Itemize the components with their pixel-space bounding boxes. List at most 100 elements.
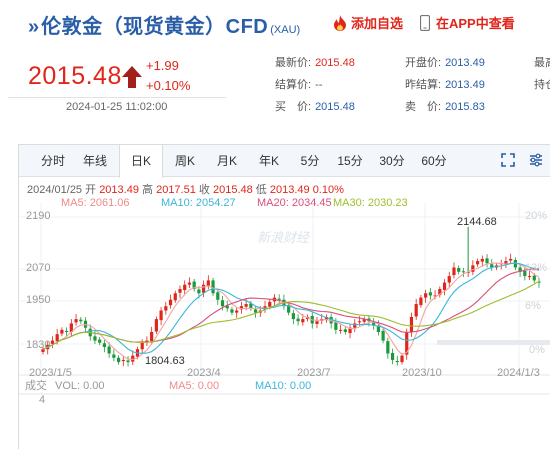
add-favorite-button[interactable]: 添加自选 xyxy=(333,13,403,32)
candle-body xyxy=(183,284,187,291)
candle-body xyxy=(400,355,404,363)
candle-body xyxy=(343,329,347,332)
candle-body xyxy=(419,297,423,306)
y-pct-label: 0% xyxy=(529,344,545,356)
quote-row: 结算价: -- xyxy=(275,77,355,99)
ma5-line xyxy=(42,262,540,361)
candle-body xyxy=(116,357,121,363)
candle-body xyxy=(414,304,418,317)
candle-body xyxy=(509,258,513,261)
price-change-percent: +0.10% xyxy=(146,78,191,93)
candle-body xyxy=(244,304,248,307)
x-tick-label: 2023/10 xyxy=(402,367,442,379)
y-tick-label: 1950 xyxy=(26,294,50,306)
kline-chart-panel: 分时 年线 日K 周K 月K 年K 5分 15分 30分 60分 2024/01… xyxy=(18,144,550,449)
candle-body xyxy=(126,360,130,363)
quote-row: 卖 价: 2015.83 xyxy=(405,99,485,121)
vol-ma5-legend: MA5: 0.00 xyxy=(169,380,219,392)
y-pct-label: 20% xyxy=(525,210,547,222)
page-title: » 伦敦金（现货黄金）CFD (XAU) xyxy=(28,10,300,39)
candle-body xyxy=(107,346,111,354)
price-change: +1.99 xyxy=(146,58,179,73)
open-in-app-label: 在APP中查看 xyxy=(436,16,515,31)
vol-ma10-legend: MA10: 0.00 xyxy=(255,380,311,392)
candle-body xyxy=(65,330,69,332)
candle-body xyxy=(197,289,201,294)
candle-body xyxy=(475,261,480,265)
ma20-line xyxy=(42,268,539,350)
symbol-code: (XAU) xyxy=(270,24,301,36)
candle-body xyxy=(168,299,173,306)
candle-body xyxy=(98,339,102,343)
candle-body xyxy=(74,319,78,323)
open-in-app-button[interactable]: 在APP中查看 xyxy=(420,13,515,32)
x-tick-label: 2023/1/5 xyxy=(29,367,72,379)
phone-icon xyxy=(420,14,430,31)
candle-body xyxy=(390,352,395,360)
quote-row: 买 价: 2015.48 xyxy=(275,99,355,121)
candle-body xyxy=(173,293,177,301)
candle-body xyxy=(395,360,399,363)
ask-value: 2015.83 xyxy=(445,101,485,113)
candle-body xyxy=(452,267,456,276)
low-annotation: 1804.63 xyxy=(145,355,185,367)
candle-body xyxy=(159,310,163,321)
candle-body xyxy=(121,359,125,362)
candle-body xyxy=(235,310,239,313)
moving-average-lines xyxy=(42,262,540,361)
quote-timestamp: 2024-01-25 11:02:00 xyxy=(66,101,168,113)
candle-body xyxy=(409,316,414,333)
candles xyxy=(41,226,541,367)
quote-row: 持仓 xyxy=(534,77,550,99)
candle-body xyxy=(154,319,158,332)
up-arrow-icon xyxy=(122,66,142,88)
candle-body xyxy=(230,309,234,313)
candle-body xyxy=(428,292,432,296)
prev-settlement-value: 2013.49 xyxy=(445,79,485,91)
candle-body xyxy=(202,284,206,293)
candle-body xyxy=(140,342,144,350)
candle-body xyxy=(386,341,390,354)
prev-settlement-label: 昨结算: xyxy=(405,79,442,91)
fire-icon xyxy=(334,14,346,31)
last-price: 2015.48 xyxy=(28,62,122,90)
candle-body xyxy=(102,343,107,348)
volume-label: 成交 xyxy=(25,378,47,392)
open-value: 2013.49 xyxy=(445,57,485,69)
candle-body xyxy=(442,282,447,291)
title-text: 伦敦金（现货黄金）CFD xyxy=(41,16,269,38)
candle-body xyxy=(220,300,225,307)
quote-column-3: 最高 持仓 xyxy=(534,55,550,99)
x-tick-label: 2024/1/3 xyxy=(497,367,540,379)
candle-body xyxy=(480,258,484,262)
candle-body xyxy=(55,334,59,342)
candle-body xyxy=(315,321,319,324)
candle-body xyxy=(447,276,451,283)
header: » 伦敦金（现货黄金）CFD (XAU) 添加自选 在APP中查看 xyxy=(0,0,550,44)
candle-body xyxy=(357,321,362,323)
settlement-value: -- xyxy=(315,79,323,91)
high-label: 最高 xyxy=(534,57,550,69)
high-annotation: 2144.68 xyxy=(457,216,497,228)
candle-body xyxy=(334,322,338,330)
candle-body xyxy=(504,261,508,264)
candle-body xyxy=(253,309,258,313)
quote-column-1: 最新价: 2015.48 结算价: -- 买 价: 2015.48 xyxy=(275,55,355,121)
open-interest-label: 持仓 xyxy=(534,79,550,91)
y-pct-label: 6% xyxy=(525,300,541,312)
candle-body xyxy=(187,282,192,285)
y-pct-label: 13% xyxy=(525,262,547,274)
candle-body xyxy=(79,319,83,322)
add-favorite-label: 添加自选 xyxy=(351,16,404,31)
double-chevron-icon: » xyxy=(28,16,39,38)
latest-price-label: 最新价: xyxy=(275,57,312,69)
ask-label: 卖 价: xyxy=(405,101,442,113)
candle-body xyxy=(60,329,64,334)
quote-row: 昨结算: 2013.49 xyxy=(405,77,485,99)
quote-row: 最新价: 2015.48 xyxy=(275,55,355,77)
candle-body xyxy=(150,332,154,342)
candle-body xyxy=(527,276,532,278)
candle-body xyxy=(339,329,343,331)
candle-body xyxy=(268,301,272,307)
candle-body xyxy=(461,271,466,273)
